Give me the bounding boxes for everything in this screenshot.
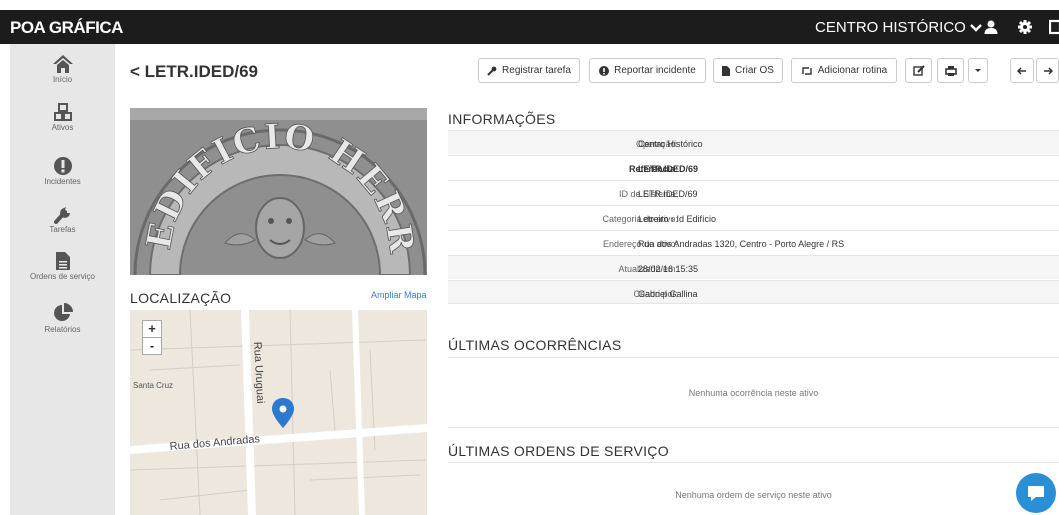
edit-icon (912, 64, 925, 76)
info-row-referencia: Referência: LETR.IDED/69 (448, 155, 1059, 179)
home-icon (52, 55, 73, 73)
create-os-button[interactable]: Criar OS (713, 58, 783, 83)
retweet-icon (802, 66, 812, 75)
sidebar-item-label: Tarefas (49, 225, 76, 234)
service-orders-empty-message: Nenhuma ordem de serviço neste ativo (675, 490, 832, 500)
occurrences-section-title: ÚLTIMAS OCORRÊNCIAS (448, 337, 622, 353)
info-value: Centro Histórico (638, 139, 703, 149)
brand-logo[interactable]: POA GRÁFICA (10, 18, 123, 38)
pie-chart-icon (53, 303, 73, 321)
top-bar: POA GRÁFICA CENTRO HISTÓRICO (0, 10, 1059, 44)
info-row-criado-por: Criado por: Gabriel Gallina (448, 280, 1059, 304)
page-title[interactable]: < LETR.IDED/69 (130, 62, 258, 82)
register-task-button[interactable]: Registrar tarefa (478, 58, 580, 83)
info-row-operacao: Operação: Centro Histórico (448, 130, 1059, 154)
building-facade-image: EDIFICIO HERRMANN (130, 108, 427, 275)
sidebar-item-inicio[interactable]: Início (10, 54, 115, 84)
info-value: Gabriel Gallina (638, 289, 698, 299)
gear-icon[interactable] (1017, 19, 1033, 35)
exclamation-icon (53, 157, 72, 175)
section-divider (448, 427, 1059, 428)
zoom-in-button[interactable]: + (142, 320, 162, 338)
wrench-icon (487, 66, 497, 76)
file-icon (722, 65, 731, 76)
expand-map-link[interactable]: Ampliar Mapa (371, 290, 427, 300)
section-divider (448, 357, 1059, 358)
info-value: Letreiro › Id Edifício (638, 214, 717, 224)
sidebar-item-label: Ordens de serviço (30, 272, 95, 281)
sidebar-item-label: Início (52, 75, 73, 84)
sidebar-item-tarefas[interactable]: Tarefas (10, 202, 115, 234)
sidebar-item-label: Ativos (51, 123, 74, 132)
info-value: LETR.IDED/69 (638, 164, 699, 174)
edit-button[interactable] (905, 58, 932, 83)
info-value: LETR.IDED/69 (638, 189, 698, 199)
location-title: LOCALIZAÇÃO (130, 290, 232, 306)
print-button[interactable] (937, 58, 964, 83)
sidebar: Início Ativos Incidentes Tarefas Ordens … (10, 44, 115, 515)
sidebar-item-ativos[interactable]: Ativos (10, 102, 115, 132)
info-row-categoria: Categoria do ativo: Letreiro › Id Edifíc… (448, 205, 1059, 229)
more-dropdown-button[interactable] (968, 58, 988, 83)
info-row-atualizado: Atualizado em: 28/02/16 15:35 (448, 255, 1059, 279)
report-incident-button[interactable]: Reportar incidente (589, 58, 706, 83)
cubes-icon (53, 103, 72, 121)
city-selector[interactable]: CENTRO HISTÓRICO (815, 19, 982, 36)
sidebar-item-ordens[interactable]: Ordens de serviço (10, 251, 115, 281)
section-divider (448, 462, 1059, 463)
add-routine-button[interactable]: Adicionar rotina (791, 58, 897, 83)
sidebar-item-incidentes[interactable]: Incidentes (10, 156, 115, 186)
info-value: 28/02/16 15:35 (638, 264, 699, 274)
chat-button[interactable] (1016, 473, 1056, 513)
occurrences-empty-message: Nenhuma ocorrência neste ativo (688, 388, 819, 398)
print-icon (944, 65, 957, 76)
sidebar-item-label: Incidentes (44, 177, 81, 186)
exclamation-icon (599, 65, 610, 76)
next-button[interactable] (1036, 58, 1059, 83)
report-incident-label: Reportar incidente (614, 65, 696, 76)
user-icon[interactable] (983, 19, 999, 35)
arrow-right-icon (1043, 66, 1053, 75)
map-tiles: Rua dos Andradas Rua Uruguai Santa Cruz (130, 310, 427, 515)
arrow-left-icon (1017, 66, 1026, 75)
location-map[interactable]: Rua dos Andradas Rua Uruguai Santa Cruz … (130, 310, 427, 515)
previous-button[interactable] (1010, 58, 1034, 83)
info-section-title: INFORMAÇÕES (448, 111, 556, 127)
register-task-label: Registrar tarefa (502, 65, 571, 76)
service-orders-section-title: ÚLTIMAS ORDENS DE SERVIÇO (448, 443, 669, 459)
chat-bubble-icon (1028, 486, 1044, 501)
sidebar-item-relatorios[interactable]: Relatórios (10, 302, 115, 334)
info-value: Rua dos Andradas 1320, Centro - Porto Al… (638, 239, 845, 249)
info-row-endereco: Endereço do ativo: Rua dos Andradas 1320… (448, 230, 1059, 254)
chevron-down-icon (969, 23, 982, 32)
wrench-icon (53, 207, 70, 224)
asset-photo[interactable]: EDIFICIO HERRMANN (130, 108, 427, 275)
place-label: Santa Cruz (133, 381, 173, 390)
add-routine-label: Adicionar rotina (817, 65, 888, 76)
file-icon (55, 252, 70, 270)
zoom-out-button[interactable]: - (142, 337, 162, 355)
info-row-id-sistema: ID de Sistema: LETR.IDED/69 (448, 180, 1059, 204)
exit-icon[interactable] (1049, 19, 1059, 35)
create-os-label: Criar OS (735, 65, 774, 76)
city-selector-label: CENTRO HISTÓRICO (815, 19, 966, 36)
sidebar-item-label: Relatórios (44, 325, 81, 334)
caret-down-icon (975, 68, 981, 72)
